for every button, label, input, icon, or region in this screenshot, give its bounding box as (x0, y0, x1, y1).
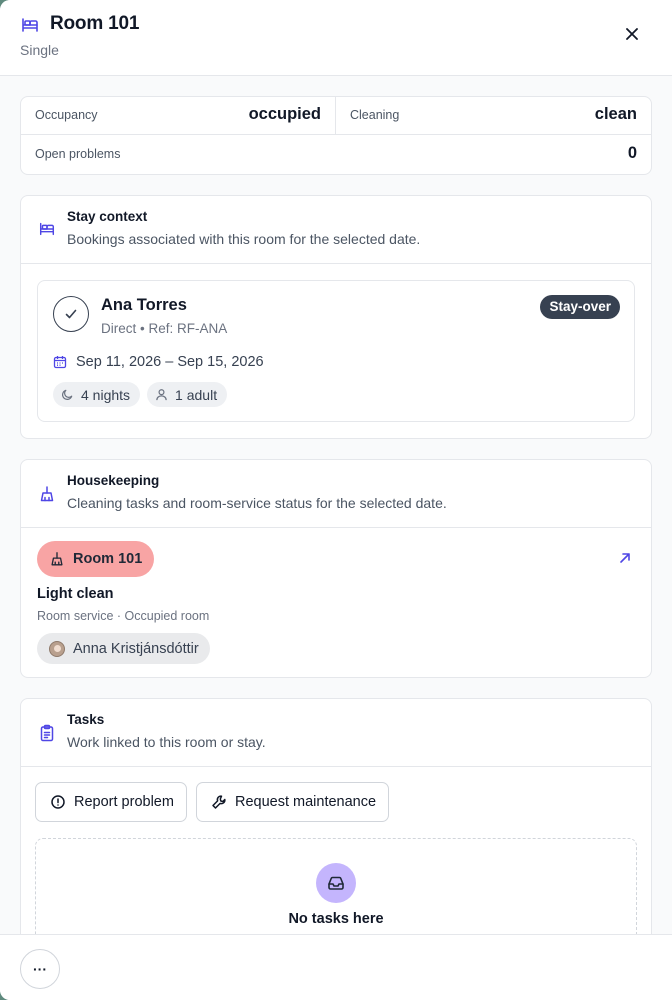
housekeeping-header: Housekeeping Cleaning tasks and room-ser… (21, 460, 651, 528)
room-detail-panel: Room 101 Single Occupancy occupied Clean… (0, 0, 672, 1000)
more-options-button[interactable]: ··· (20, 949, 60, 989)
avatar (49, 640, 65, 657)
booking-pills: 4 nights 1 adult (53, 382, 228, 407)
room-status-badge[interactable]: Room 101 (37, 541, 155, 577)
occupancy-label: Occupancy (35, 108, 98, 122)
moon-icon (62, 389, 73, 400)
section-title: Tasks (67, 712, 105, 727)
section-description: Bookings associated with this room for t… (67, 231, 421, 247)
alert-circle-icon (51, 795, 65, 809)
assignee-chip[interactable]: Anna Kristjánsdóttir (37, 633, 210, 664)
page-title: Room 101 (50, 13, 140, 34)
stay-context-header: Stay context Bookings associated with th… (21, 196, 651, 264)
dates-text: Sep 11, 2026 – Sep 15, 2026 (76, 354, 264, 370)
calendar-icon (53, 356, 67, 369)
wrench-icon (212, 795, 226, 809)
check-icon (53, 296, 89, 332)
booking-card[interactable]: Ana Torres Direct • Ref: RF-ANA Stay-ove… (37, 280, 635, 422)
report-problem-button[interactable]: Report problem (35, 782, 187, 822)
bed-icon (20, 15, 40, 35)
more-icon: ··· (33, 961, 47, 977)
booking-dates: Sep 11, 2026 – Sep 15, 2026 (53, 352, 264, 372)
close-icon (626, 28, 638, 40)
panel-footer: ··· (0, 934, 672, 1000)
close-button[interactable] (620, 22, 644, 46)
clipboard-icon (38, 724, 56, 742)
booking-meta: Direct • Ref: RF-ANA (101, 321, 228, 336)
broom-icon (51, 552, 63, 566)
open-task-link-icon[interactable] (617, 550, 633, 566)
inbox-icon (316, 863, 356, 903)
section-title: Stay context (67, 209, 148, 224)
section-title: Housekeeping (67, 473, 160, 488)
cleaning-label: Cleaning (350, 108, 400, 122)
panel-header: Room 101 Single (0, 0, 672, 76)
housekeeping-task-meta: Room service · Occupied room (37, 609, 210, 623)
section-description: Work linked to this room or stay. (67, 734, 266, 750)
housekeeping-task-title: Light clean (37, 586, 114, 602)
empty-state-text: No tasks here (288, 911, 384, 927)
tasks-header: Tasks Work linked to this room or stay. (21, 699, 651, 767)
open-problems-value: 0 (627, 144, 637, 162)
housekeeping-card: Housekeeping Cleaning tasks and room-ser… (20, 459, 652, 678)
stay-context-card: Stay context Bookings associated with th… (20, 195, 652, 439)
occupancy-value: occupied (248, 105, 321, 123)
bed-icon (38, 220, 56, 238)
room-stats-card: Occupancy occupied Cleaning clean Open p… (20, 96, 652, 175)
user-icon (156, 389, 167, 401)
open-problems-label: Open problems (35, 147, 121, 161)
nights-pill: 4 nights (53, 382, 141, 407)
room-type: Single (20, 42, 59, 58)
section-description: Cleaning tasks and room-service status f… (67, 495, 447, 511)
status-badge: Stay-over (540, 295, 620, 319)
broom-icon (38, 485, 56, 503)
guests-pill: 1 adult (147, 382, 228, 407)
guest-name: Ana Torres (101, 296, 187, 314)
cleaning-value: clean (594, 105, 637, 123)
request-maintenance-button[interactable]: Request maintenance (196, 782, 390, 822)
